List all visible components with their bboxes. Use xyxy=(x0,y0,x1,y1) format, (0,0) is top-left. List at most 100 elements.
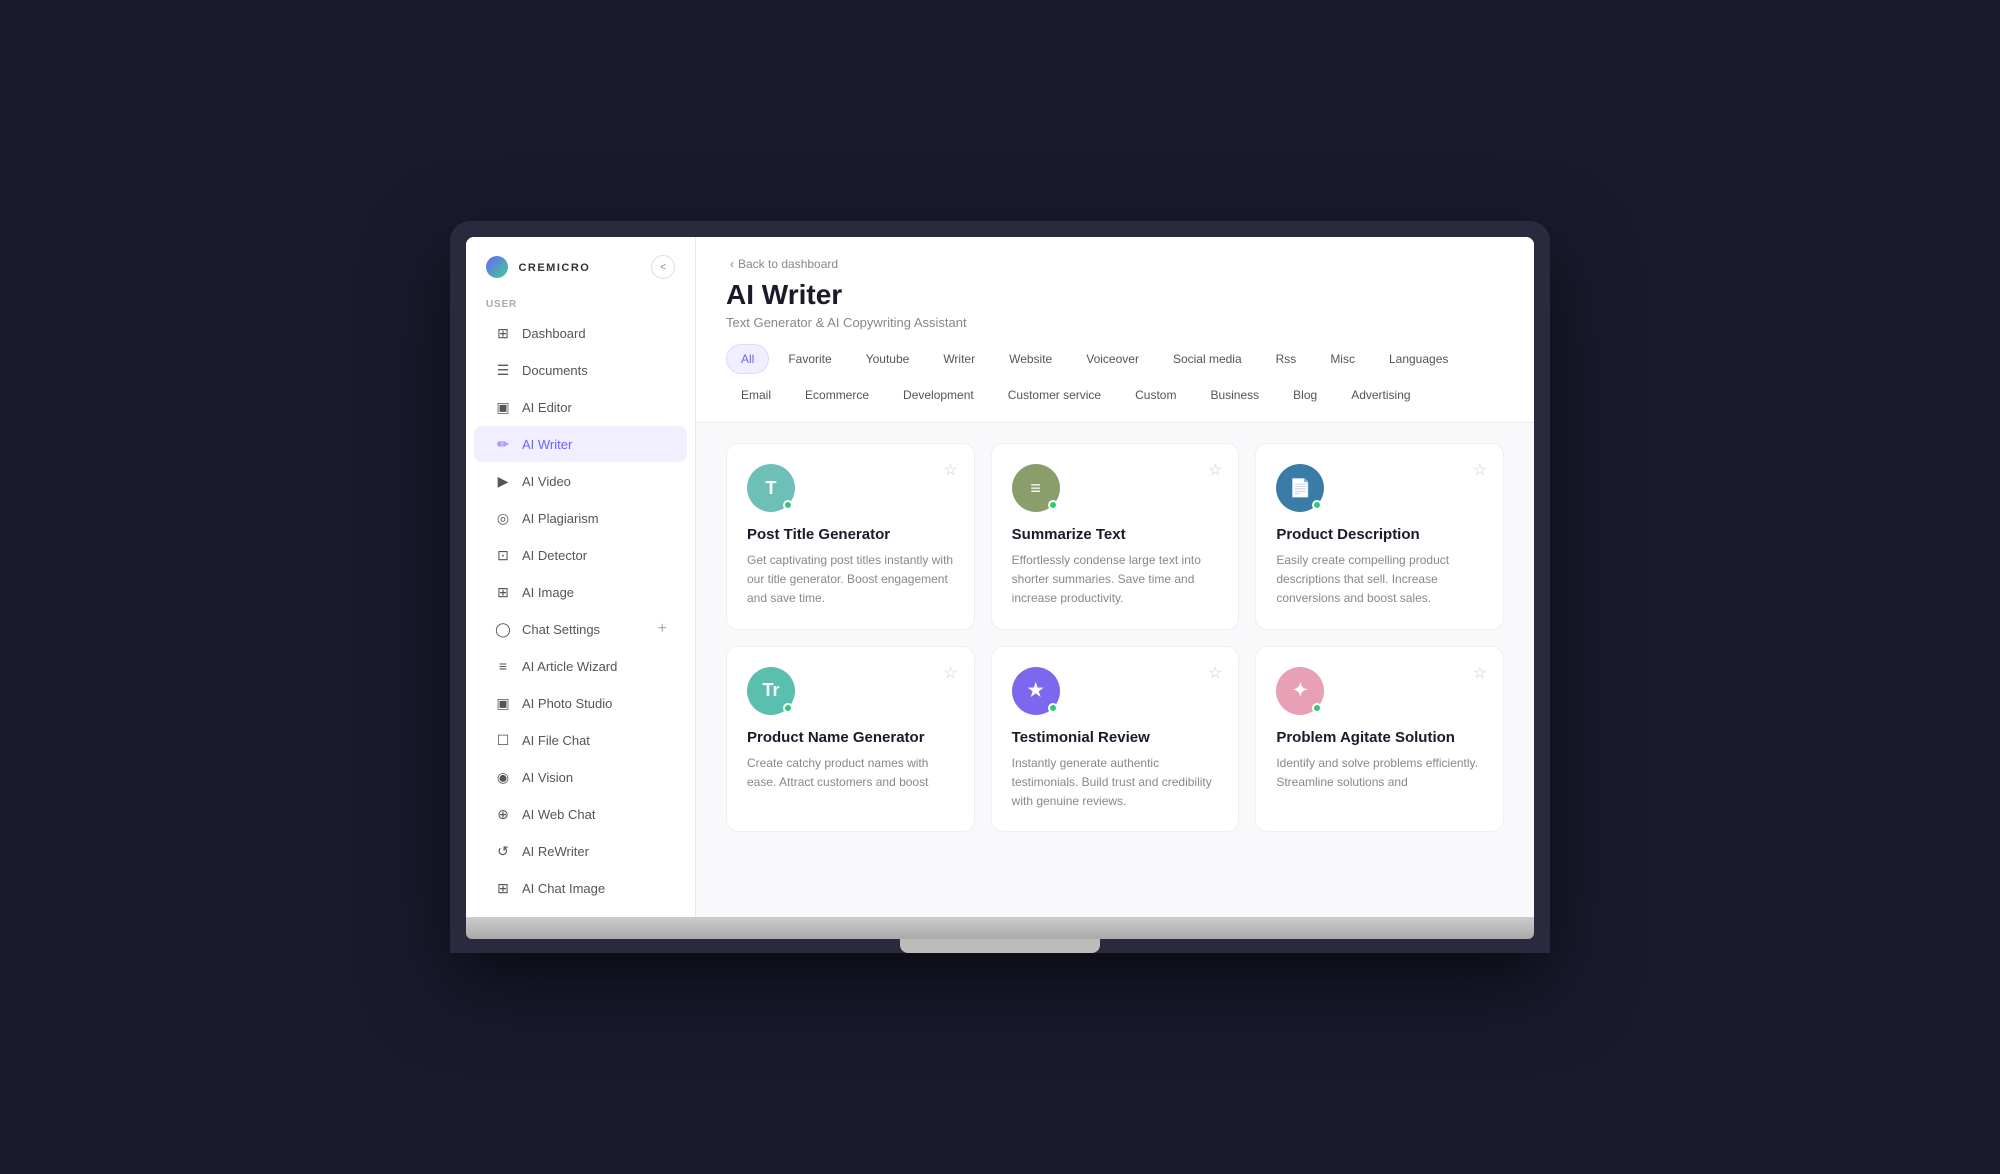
laptop-frame: CREMICRO < USER ⊞ Dashboard ☰ Documents … xyxy=(450,221,1550,953)
card-title-summarize-text: Summarize Text xyxy=(1012,526,1219,543)
nav-label-ai-photo-studio: AI Photo Studio xyxy=(522,696,612,711)
tab-social-media[interactable]: Social media xyxy=(1158,344,1257,374)
sidebar-item-ai-video[interactable]: ▶ AI Video xyxy=(474,463,687,499)
card-icon-problem-agitate-solution: ✦ xyxy=(1276,667,1324,715)
sidebar-item-ai-article-wizard[interactable]: ≡ AI Article Wizard xyxy=(474,648,687,684)
favorite-star-product-description[interactable]: ☆ xyxy=(1473,460,1487,480)
sidebar-item-ai-rewriter[interactable]: ↺ AI ReWriter xyxy=(474,833,687,869)
sidebar-item-ai-file-chat[interactable]: ☐ AI File Chat xyxy=(474,722,687,758)
tab-customer-service[interactable]: Customer service xyxy=(993,380,1116,410)
favorite-star-testimonial-review[interactable]: ☆ xyxy=(1208,663,1222,683)
card-title-post-title-generator: Post Title Generator xyxy=(747,526,954,543)
tab-misc[interactable]: Misc xyxy=(1315,344,1370,374)
nav-icon-ai-article-wizard: ≡ xyxy=(494,657,512,675)
card-active-dot-post-title-generator xyxy=(783,500,793,510)
tab-advertising[interactable]: Advertising xyxy=(1336,380,1425,410)
sidebar-item-ai-detector[interactable]: ⊡ AI Detector xyxy=(474,537,687,573)
nav-label-ai-image: AI Image xyxy=(522,585,574,600)
card-desc-summarize-text: Effortlessly condense large text into sh… xyxy=(1012,551,1219,609)
card-title-problem-agitate-solution: Problem Agitate Solution xyxy=(1276,729,1483,746)
tab-business[interactable]: Business xyxy=(1195,380,1274,410)
tab-custom[interactable]: Custom xyxy=(1120,380,1191,410)
nav-label-ai-plagiarism: AI Plagiarism xyxy=(522,511,599,526)
card-desc-testimonial-review: Instantly generate authentic testimonial… xyxy=(1012,754,1219,812)
tab-blog[interactable]: Blog xyxy=(1278,380,1332,410)
nav-icon-ai-image: ⊞ xyxy=(494,583,512,601)
sidebar-item-ai-writer[interactable]: ✏ AI Writer xyxy=(474,426,687,462)
nav-label-ai-vision: AI Vision xyxy=(522,770,573,785)
card-desc-post-title-generator: Get captivating post titles instantly wi… xyxy=(747,551,954,609)
cards-grid: ☆ T Post Title Generator Get captivating… xyxy=(726,443,1504,832)
tab-youtube[interactable]: Youtube xyxy=(851,344,925,374)
sidebar-section-label: USER xyxy=(466,291,695,314)
page-title: AI Writer xyxy=(726,279,1504,311)
nav-icon-chat-settings: ◯ xyxy=(494,620,512,638)
tabs-row-2: EmailEcommerceDevelopmentCustomer servic… xyxy=(726,374,1504,422)
tab-email[interactable]: Email xyxy=(726,380,786,410)
back-link-text: Back to dashboard xyxy=(738,257,838,271)
nav-label-ai-chat-image: AI Chat Image xyxy=(522,881,605,896)
nav-label-dashboard: Dashboard xyxy=(522,326,586,341)
tab-ecommerce[interactable]: Ecommerce xyxy=(790,380,884,410)
card-icon-testimonial-review: ★ xyxy=(1012,667,1060,715)
card-testimonial-review[interactable]: ☆ ★ Testimonial Review Instantly generat… xyxy=(991,646,1240,833)
nav-label-documents: Documents xyxy=(522,363,588,378)
sidebar-item-documents[interactable]: ☰ Documents xyxy=(474,352,687,388)
tab-writer[interactable]: Writer xyxy=(928,344,990,374)
nav-icon-ai-web-chat: ⊕ xyxy=(494,805,512,823)
sidebar-item-ai-web-chat[interactable]: ⊕ AI Web Chat xyxy=(474,796,687,832)
favorite-star-product-name-generator[interactable]: ☆ xyxy=(943,663,957,683)
tab-all[interactable]: All xyxy=(726,344,769,374)
back-arrow-icon: ‹ xyxy=(730,257,734,271)
nav-label-ai-rewriter: AI ReWriter xyxy=(522,844,589,859)
nav-plus-chat-settings[interactable]: + xyxy=(658,620,667,638)
sidebar-item-ai-vision[interactable]: ◉ AI Vision xyxy=(474,759,687,795)
sidebar-item-ai-chat-image[interactable]: ⊞ AI Chat Image xyxy=(474,870,687,906)
card-product-name-generator[interactable]: ☆ Tr Product Name Generator Create catch… xyxy=(726,646,975,833)
card-desc-product-name-generator: Create catchy product names with ease. A… xyxy=(747,754,954,792)
favorite-star-problem-agitate-solution[interactable]: ☆ xyxy=(1473,663,1487,683)
tab-languages[interactable]: Languages xyxy=(1374,344,1463,374)
tab-favorite[interactable]: Favorite xyxy=(773,344,846,374)
card-icon-product-description: 📄 xyxy=(1276,464,1324,512)
tab-voiceover[interactable]: Voiceover xyxy=(1071,344,1154,374)
card-active-dot-product-description xyxy=(1312,500,1322,510)
sidebar-item-chat-settings[interactable]: ◯ Chat Settings + xyxy=(474,611,687,647)
sidebar-collapse-button[interactable]: < xyxy=(651,255,675,279)
sidebar: CREMICRO < USER ⊞ Dashboard ☰ Documents … xyxy=(466,237,696,917)
favorite-star-post-title-generator[interactable]: ☆ xyxy=(943,460,957,480)
nav-icon-ai-chat-image: ⊞ xyxy=(494,879,512,897)
favorite-star-summarize-text[interactable]: ☆ xyxy=(1208,460,1222,480)
sidebar-item-ai-photo-studio[interactable]: ▣ AI Photo Studio xyxy=(474,685,687,721)
card-active-dot-summarize-text xyxy=(1048,500,1058,510)
nav-label-ai-detector: AI Detector xyxy=(522,548,587,563)
card-active-dot-problem-agitate-solution xyxy=(1312,703,1322,713)
card-icon-summarize-text: ≡ xyxy=(1012,464,1060,512)
sidebar-item-ai-image[interactable]: ⊞ AI Image xyxy=(474,574,687,610)
card-post-title-generator[interactable]: ☆ T Post Title Generator Get captivating… xyxy=(726,443,975,630)
tabs-container: AllFavoriteYoutubeWriterWebsiteVoiceover… xyxy=(726,344,1504,422)
card-title-testimonial-review: Testimonial Review xyxy=(1012,729,1219,746)
nav-icon-documents: ☰ xyxy=(494,361,512,379)
tab-development[interactable]: Development xyxy=(888,380,989,410)
card-summarize-text[interactable]: ☆ ≡ Summarize Text Effortlessly condense… xyxy=(991,443,1240,630)
card-desc-product-description: Easily create compelling product descrip… xyxy=(1276,551,1483,609)
sidebar-item-ai-editor[interactable]: ▣ AI Editor xyxy=(474,389,687,425)
sidebar-item-ai-plagiarism[interactable]: ◎ AI Plagiarism xyxy=(474,500,687,536)
nav-items-container: ⊞ Dashboard ☰ Documents ▣ AI Editor ✏ AI… xyxy=(466,314,695,907)
nav-label-ai-file-chat: AI File Chat xyxy=(522,733,590,748)
page-subtitle: Text Generator & AI Copywriting Assistan… xyxy=(726,315,1504,330)
laptop-bottom xyxy=(466,917,1534,939)
sidebar-item-dashboard[interactable]: ⊞ Dashboard xyxy=(474,315,687,351)
nav-icon-ai-plagiarism: ◎ xyxy=(494,509,512,527)
cards-section: ☆ T Post Title Generator Get captivating… xyxy=(696,423,1534,852)
main-header: ‹ Back to dashboard AI Writer Text Gener… xyxy=(696,237,1534,423)
nav-icon-ai-rewriter: ↺ xyxy=(494,842,512,860)
card-product-description[interactable]: ☆ 📄 Product Description Easily create co… xyxy=(1255,443,1504,630)
card-problem-agitate-solution[interactable]: ☆ ✦ Problem Agitate Solution Identify an… xyxy=(1255,646,1504,833)
nav-label-ai-video: AI Video xyxy=(522,474,571,489)
back-link[interactable]: ‹ Back to dashboard xyxy=(726,257,1504,271)
tab-rss[interactable]: Rss xyxy=(1261,344,1312,374)
nav-label-ai-writer: AI Writer xyxy=(522,437,572,452)
tab-website[interactable]: Website xyxy=(994,344,1067,374)
